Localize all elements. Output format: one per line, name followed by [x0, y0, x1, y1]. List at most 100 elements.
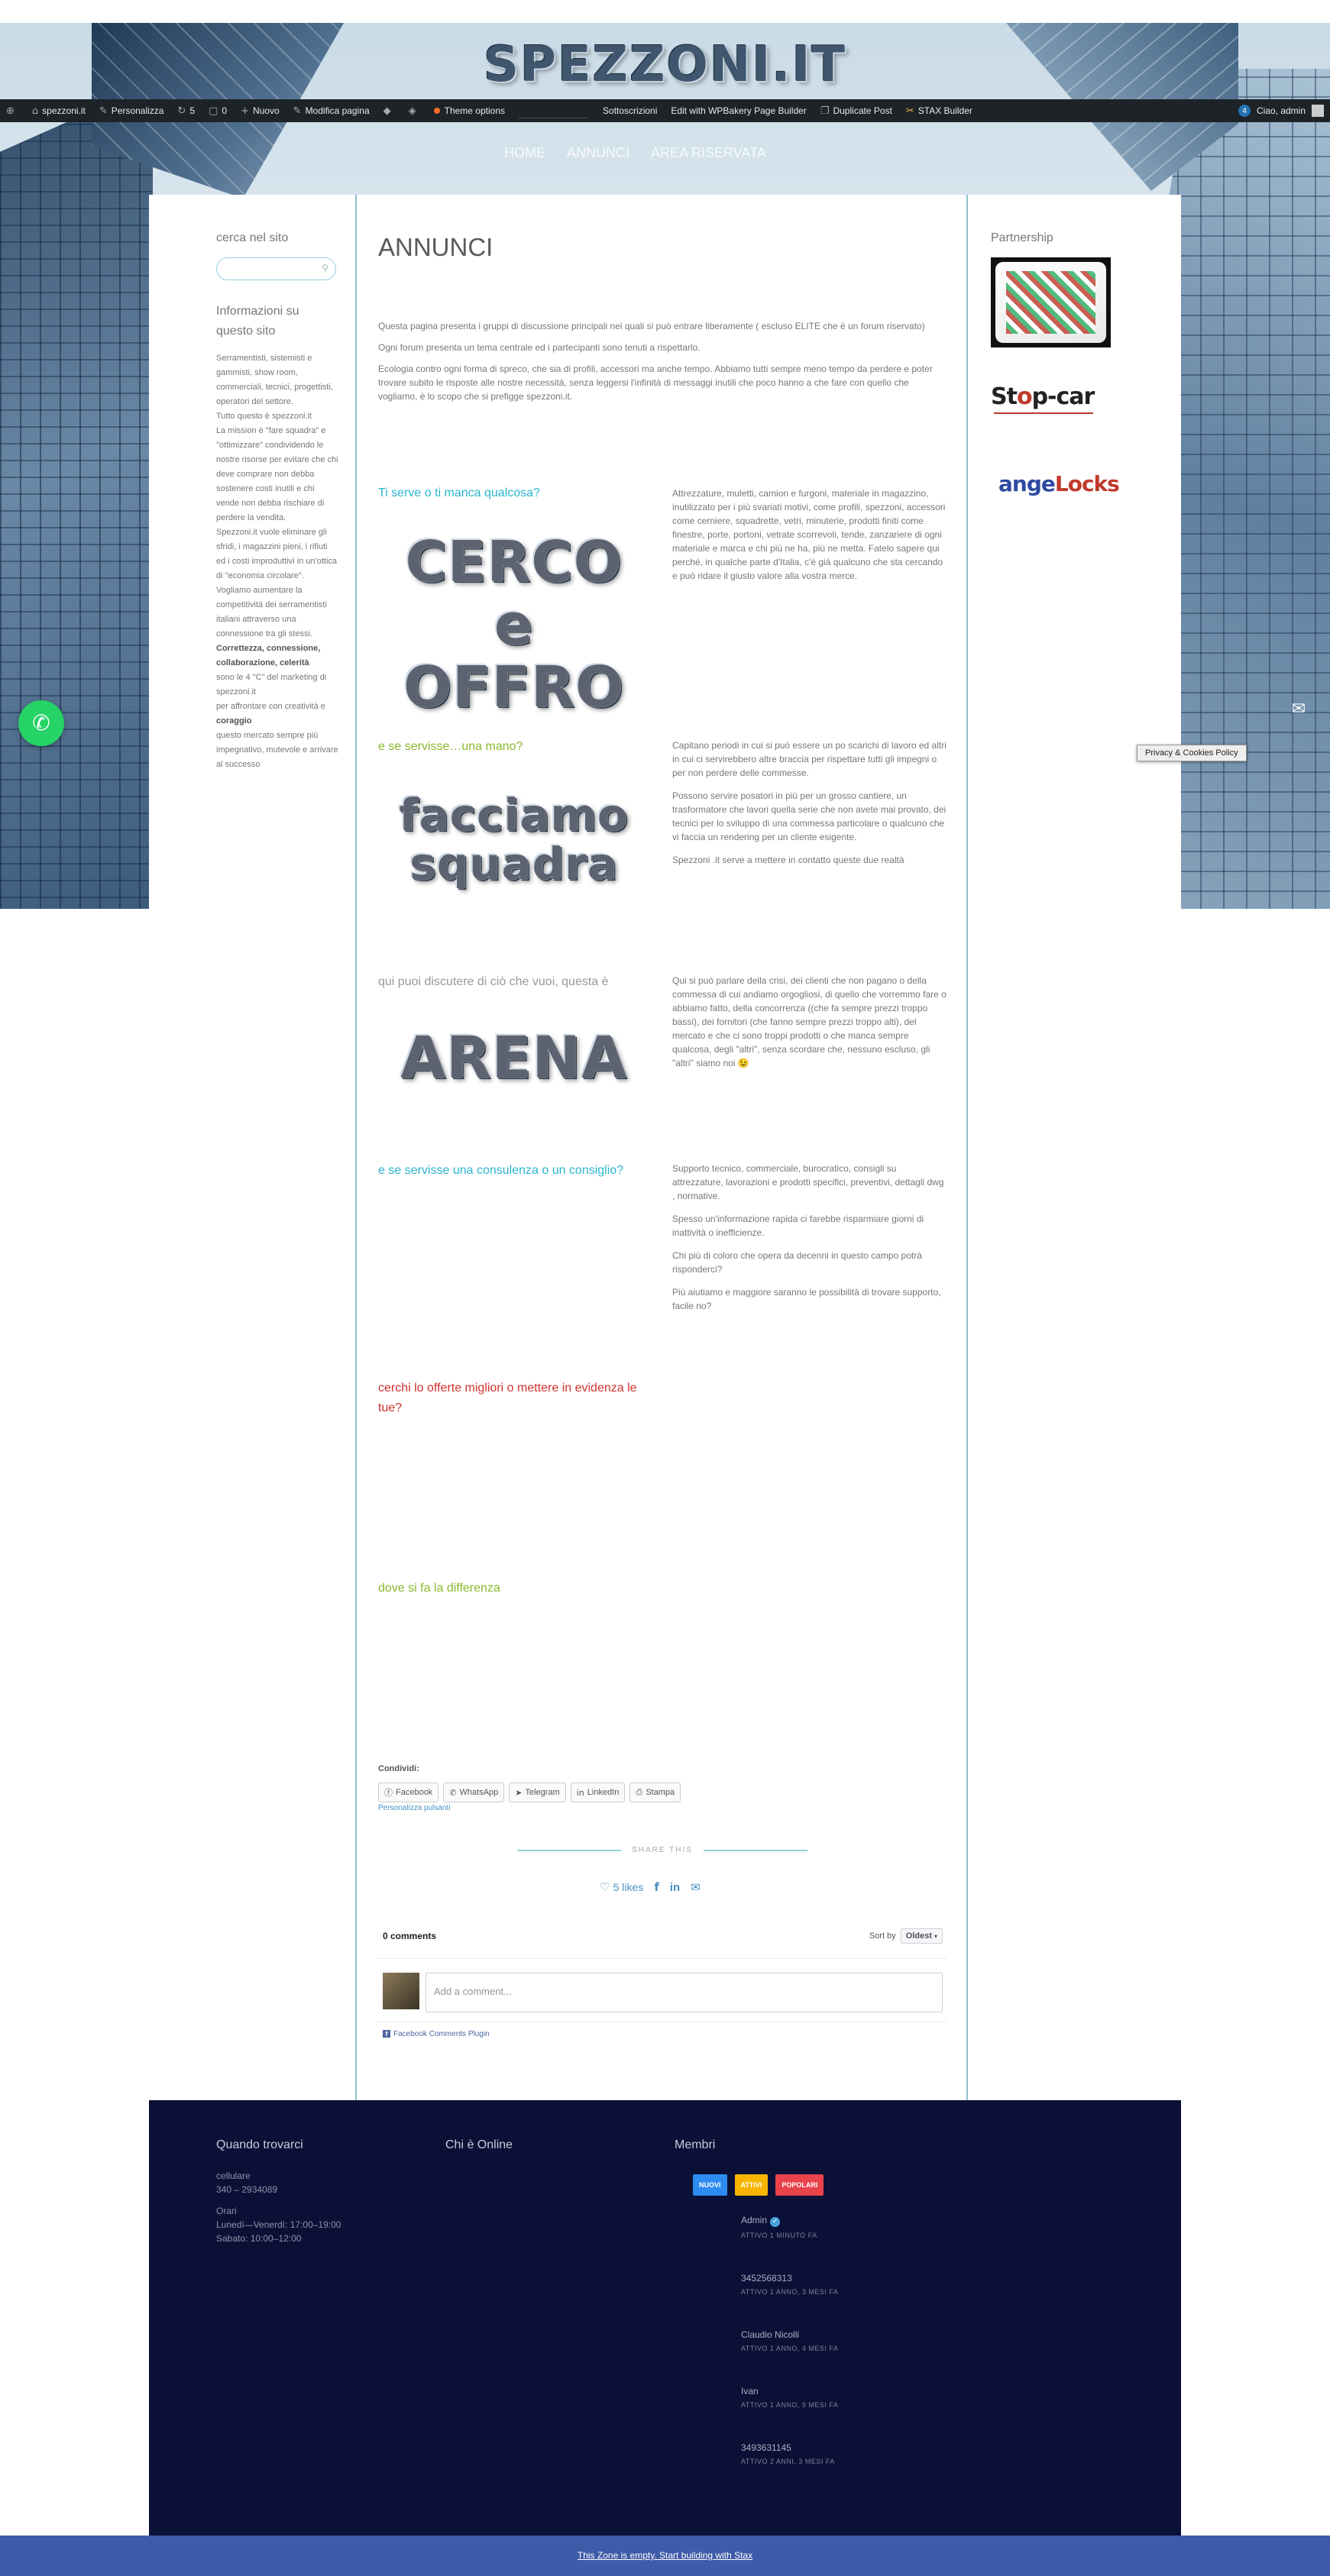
tab-popolari[interactable]: POPOLARI [775, 2174, 824, 2196]
partner-logo-app[interactable] [991, 257, 1111, 347]
member-name[interactable]: Claudio Nicolli [741, 2329, 894, 2340]
tab-attivi[interactable]: ATTIVI [734, 2174, 769, 2196]
privacy-cookies-button[interactable]: Privacy & Cookies Policy [1137, 745, 1247, 761]
member-item: 3493631145 ATTIVO 2 ANNI, 3 MESI FA [741, 2442, 894, 2465]
notifications-badge[interactable]: 4 [1238, 105, 1251, 117]
stax-builder-item[interactable]: ✂ STAX Builder [906, 105, 972, 117]
info-paragraph: per affrontare con creatività e [216, 702, 325, 711]
section-paragraph: Possono servire posatori in più per un g… [672, 790, 947, 842]
member-status: ATTIVO 2 ANNI, 3 MESI FA [741, 2458, 835, 2465]
member-item: 3452568313 ATTIVO 1 ANNO, 3 MESI FA [741, 2273, 894, 2296]
site-logo[interactable]: SPEZZONI.IT [0, 37, 1330, 93]
nav-item-annunci[interactable]: ANNUNCI [567, 145, 629, 161]
facebook-icon[interactable]: f [654, 1880, 659, 1894]
account-greeting[interactable]: Ciao, admin [1257, 105, 1306, 116]
adminbar-item[interactable]: ⌂ spezzoni.it [32, 105, 86, 117]
share-this-divider: SHARE THIS [517, 1846, 807, 1854]
share-buttons: ⓕ Facebook ✆ WhatsApp ➤ Telegram in LinkedIn… [378, 1783, 681, 1802]
left-sidebar: cerca nel sito ⚲ Informazioni su questo … [149, 195, 357, 2100]
member-name[interactable]: Ivan [741, 2386, 894, 2397]
member-name[interactable]: 3452568313 [741, 2273, 894, 2283]
adminbar-item[interactable]: ◆ [383, 105, 395, 117]
wpbakery-item[interactable]: Edit with WPBakery Page Builder [671, 105, 806, 116]
plus-icon: + [241, 105, 249, 117]
tab-nuovi[interactable]: NUOVI [693, 2174, 727, 2196]
avatar [383, 1973, 419, 2009]
duplicate-post-item[interactable]: ❐ Duplicate Post [820, 105, 892, 117]
section-title-arena: qui puoi discutere di ciò che vuoi, ques… [378, 975, 609, 988]
adminbar-item[interactable]: ⊕ [6, 105, 18, 117]
avatar[interactable] [1312, 105, 1324, 117]
comments-icon: ▢ [209, 105, 218, 117]
member-status: ATTIVO 1 ANNO, 4 MESI FA [741, 2345, 839, 2352]
member-name[interactable]: Admin [741, 2215, 767, 2225]
subscriptions-item[interactable]: Sottoscrizioni [603, 105, 657, 116]
section-paragraph: Attrezzature, muletti, camion e furgoni,… [672, 488, 946, 581]
section-paragraph: Chi più di coloro che opera da decenni i… [672, 1250, 922, 1275]
member-name[interactable]: 3493631145 [741, 2442, 894, 2453]
wordpress-icon: ⊕ [6, 105, 15, 117]
facebook-icon: ⓕ [384, 1788, 393, 1798]
adminbar-item[interactable]: + Nuovo [241, 105, 280, 117]
comments-divider [378, 1958, 947, 1959]
share-linkedin-button[interactable]: in LinkedIn [570, 1783, 626, 1802]
adminbar-item[interactable]: ✎ Personalizza [99, 105, 164, 117]
share-telegram-button[interactable]: ➤ Telegram [509, 1783, 566, 1802]
info-paragraph: Tutto questo è spezzoni.it [216, 412, 312, 421]
facciamo-squadra-image: facciamo squadra [378, 790, 649, 888]
sort-select[interactable]: Oldest ▾ [900, 1928, 943, 1944]
image-text-line: OFFRO [403, 655, 624, 720]
adminbar-item[interactable]: ↻ 5 [177, 105, 195, 117]
admin-search-field[interactable] [519, 103, 588, 118]
stax-builder-link[interactable]: This Zone is empty. Start building with … [578, 2550, 752, 2561]
whatsapp-icon: ✆ [32, 710, 50, 735]
image-text-line: squadra [409, 838, 618, 890]
share-facebook-button[interactable]: ⓕ Facebook [378, 1783, 439, 1802]
footer-online-title: Chi è Online [445, 2138, 513, 2151]
contact-mail-tab[interactable]: ✉ [1280, 690, 1318, 729]
adminbar-item[interactable]: ✎ Modifica pagina [293, 105, 370, 117]
partner-logo-angelocks[interactable]: angeLocks [998, 471, 1120, 496]
info-bold-text: Correttezza, connessione, collaborazione… [216, 644, 321, 667]
like-button[interactable]: ♡ 5 likes [600, 1880, 643, 1894]
member-item: Claudio Nicolli ATTIVO 1 ANNO, 4 MESI FA [741, 2329, 894, 2352]
info-paragraph: La mission è "fare squadra" e "ottimizza… [216, 426, 338, 522]
partner-logo-stopcar[interactable]: Stop-car [991, 383, 1095, 414]
mail-icon: ✉ [1291, 700, 1306, 719]
nav-item-home[interactable]: HOME [504, 145, 545, 161]
share-whatsapp-button[interactable]: ✆ WhatsApp [443, 1783, 505, 1802]
linkedin-icon[interactable]: in [670, 1881, 680, 1894]
search-icon[interactable]: ⚲ [322, 263, 328, 273]
main-content: ANNUNCI Questa pagina presenta i gruppi … [357, 195, 968, 2100]
divider-line [517, 1849, 622, 1851]
image-text-line: e [493, 592, 534, 658]
section-title-consulenza: e se servisse una consulenza o un consig… [378, 1164, 624, 1177]
share-print-button[interactable]: ⎙ Stampa [629, 1783, 681, 1802]
info-widget-title: Informazioni su questo sito [216, 305, 299, 338]
theme-options-item[interactable]: Theme options [433, 105, 505, 116]
duplicate-icon: ❐ [820, 105, 830, 117]
comments-count: 0 comments [383, 1931, 437, 1941]
cell-value[interactable]: 340 – 2934089 [216, 2184, 277, 2195]
customize-buttons-link[interactable]: Personalizza pulsanti [378, 1804, 451, 1812]
phone-image [995, 262, 1106, 343]
footer: Quando trovarci Chi è Online Membri cell… [149, 2100, 1181, 2536]
facebook-plugin-link[interactable]: f Facebook Comments Plugin [378, 2030, 947, 2038]
adminbar-item[interactable]: ▢ 0 [209, 105, 227, 117]
whatsapp-chat-button[interactable]: ✆ [18, 700, 64, 746]
search-widget-title: cerca nel sito [216, 231, 289, 244]
adminbar-item[interactable]: ◈ [409, 105, 420, 117]
section-text-mano: Capitano periodi in cui si può essere un… [672, 739, 947, 876]
info-paragraph: sono le 4 "C" del marketing di spezzoni.… [216, 673, 327, 697]
comments-header: 0 comments Sort by Oldest ▾ [378, 1926, 947, 1946]
telegram-icon: ➤ [515, 1787, 523, 1798]
mail-icon[interactable]: ✉ [691, 1880, 701, 1894]
comment-input[interactable]: Add a comment... [426, 1973, 943, 2012]
section-title-cerco: Ti serve o ti manca qualcosa? [378, 486, 540, 499]
footer-contact-info: cellulare 340 – 2934089 Orari Lunedì—Vener… [216, 2169, 341, 2253]
diamond-icon: ◆ [383, 105, 391, 117]
search-input[interactable]: ⚲ [216, 257, 336, 280]
member-tabs: NUOVI ATTIVI POPOLARI [693, 2174, 824, 2196]
image-text-line: facciamo [399, 789, 629, 841]
nav-item-area-riservata[interactable]: AREA RISERVATA [651, 145, 766, 161]
